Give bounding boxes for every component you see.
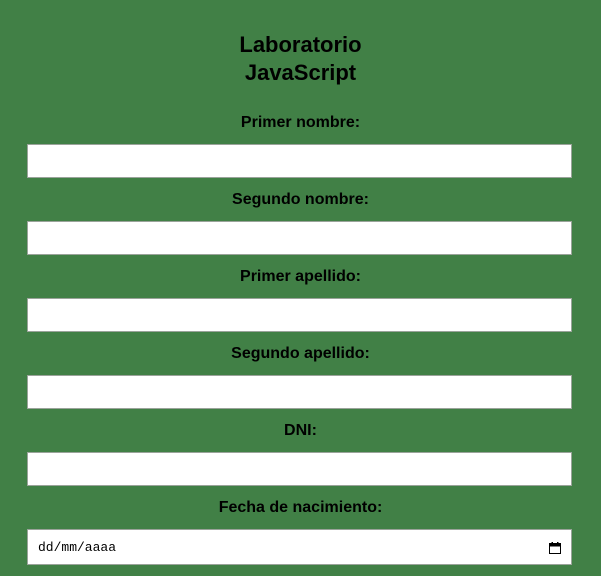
birthdate-placeholder: dd/mm/aaaa xyxy=(38,539,117,555)
form-page: Laboratorio JavaScript Primer nombre: Se… xyxy=(0,0,601,576)
middle-name-input[interactable] xyxy=(27,221,572,255)
birthdate-input[interactable]: dd/mm/aaaa xyxy=(27,529,572,565)
calendar-icon[interactable] xyxy=(549,541,561,554)
page-title: Laboratorio JavaScript xyxy=(0,31,601,87)
middle-name-label: Segundo nombre: xyxy=(232,191,369,208)
first-surname-label: Primer apellido: xyxy=(240,268,361,285)
dni-label: DNI: xyxy=(284,422,317,439)
page-title-line-1: Laboratorio xyxy=(239,32,362,57)
first-surname-input[interactable] xyxy=(27,298,572,332)
page-title-line-2: JavaScript xyxy=(244,60,357,85)
second-surname-input[interactable] xyxy=(27,375,572,409)
birthdate-label: Fecha de nacimiento: xyxy=(218,499,383,516)
first-name-input[interactable] xyxy=(27,144,572,178)
second-surname-label: Segundo apellido: xyxy=(231,345,370,362)
dni-input[interactable] xyxy=(27,452,572,486)
first-name-label: Primer nombre: xyxy=(240,114,361,131)
